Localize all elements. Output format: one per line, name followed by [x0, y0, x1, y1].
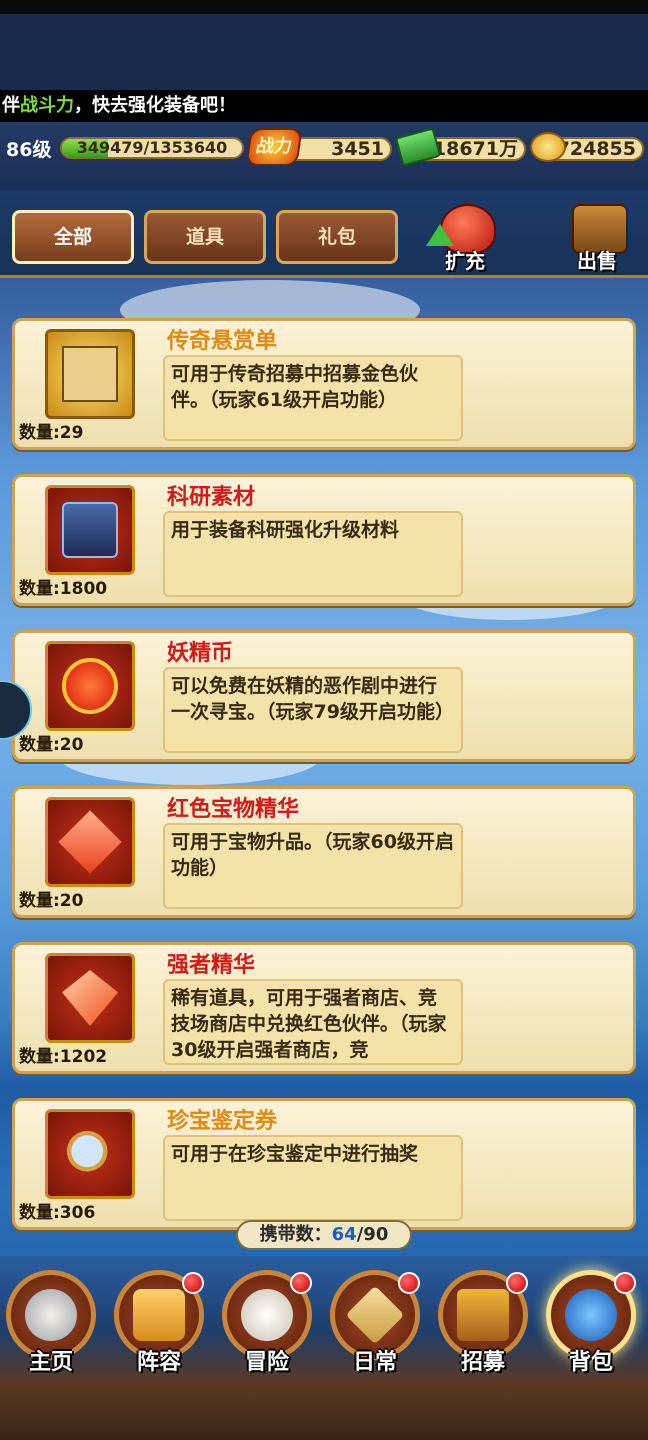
- nav-label: 日常: [352, 1350, 397, 1375]
- item-card[interactable]: 数量:1800 科研素材 用于装备科研强化升级材料: [12, 474, 636, 606]
- item-card[interactable]: 数量:306 珍宝鉴定券 可用于在珍宝鉴定中进行抽奖: [12, 1098, 636, 1230]
- item-description: 稀有道具，可用于强者商店、竞技场商店中兑换红色伙伴。（玩家30级开启强者商店，竞: [163, 979, 463, 1065]
- tab-items[interactable]: 道具: [144, 210, 266, 264]
- exp-bar: 349479/1353640: [60, 137, 244, 159]
- sell-button[interactable]: 出售: [552, 200, 642, 276]
- player-level: 86级: [6, 139, 52, 161]
- notification-dot: [182, 1272, 204, 1294]
- tab-gift[interactable]: 礼包: [276, 210, 398, 264]
- ticker-highlight: 战斗力: [20, 95, 74, 116]
- research-material-icon: [45, 485, 135, 575]
- item-quantity: 数量:1202: [19, 1047, 108, 1067]
- item-quantity: 数量:1800: [19, 579, 108, 599]
- nav-daily[interactable]: 日常: [326, 1270, 424, 1380]
- capacity-indicator: 携带数：64/90: [236, 1220, 412, 1250]
- item-card[interactable]: 数量:20 红色宝物精华 可用于宝物升品。（玩家60级开启功能）: [12, 786, 636, 918]
- top-bar: [0, 0, 648, 14]
- notification-dot: [506, 1272, 528, 1294]
- capacity-total: /90: [356, 1224, 389, 1245]
- power-icon: 战力: [245, 128, 303, 166]
- item-name: 妖精币: [167, 641, 234, 666]
- fairy-coin-icon: [45, 641, 135, 731]
- item-description: 可用于传奇招募中招募金色伙伴。（玩家61级开启功能）: [163, 355, 463, 441]
- nav-label: 阵容: [136, 1350, 181, 1375]
- item-quantity: 数量:29: [19, 423, 84, 443]
- header-band: [0, 14, 648, 90]
- gold-coin-icon: [530, 132, 566, 162]
- nav-lineup[interactable]: 阵容: [110, 1270, 208, 1380]
- notification-dot: [290, 1272, 312, 1294]
- ticker-prefix: 伴: [2, 95, 20, 116]
- red-crystal-icon: [45, 797, 135, 887]
- item-name: 珍宝鉴定券: [167, 1109, 278, 1134]
- notification-dot: [398, 1272, 420, 1294]
- item-name: 红色宝物精华: [167, 797, 300, 822]
- item-description: 可以免费在妖精的恶作剧中进行一次寻宝。（玩家79级开启功能）: [163, 667, 463, 753]
- nav-label: 主页: [28, 1350, 73, 1375]
- notification-dot: [614, 1272, 636, 1294]
- nav-label: 招募: [460, 1350, 505, 1375]
- item-description: 可用于在珍宝鉴定中进行抽奖: [163, 1135, 463, 1221]
- magnifier-icon: [45, 1109, 135, 1199]
- nav-label: 背包: [568, 1350, 613, 1375]
- sell-label: 出售: [577, 249, 617, 273]
- ticker-suffix: ，快去强化装备吧！: [74, 95, 236, 116]
- nav-home[interactable]: 主页: [2, 1270, 100, 1380]
- exp-text: 349479/1353640: [76, 138, 228, 157]
- item-quantity: 数量:306: [19, 1203, 96, 1223]
- nav-label: 冒险: [244, 1350, 289, 1375]
- nav-adventure[interactable]: 冒险: [218, 1270, 316, 1380]
- item-card[interactable]: 数量:29 传奇悬赏单 可用于传奇招募中招募金色伙伴。（玩家61级开启功能）: [12, 318, 636, 450]
- item-name: 科研素材: [167, 485, 256, 510]
- item-description: 用于装备科研强化升级材料: [163, 511, 463, 597]
- tab-all[interactable]: 全部: [12, 210, 134, 264]
- nav-recruit[interactable]: 招募: [434, 1270, 532, 1380]
- capacity-label: 携带数：: [259, 1224, 332, 1245]
- nav-bag[interactable]: 背包: [542, 1270, 640, 1380]
- item-card[interactable]: 数量:1202 强者精华 稀有道具，可用于强者商店、竞技场商店中兑换红色伙伴。（…: [12, 942, 636, 1074]
- expand-button[interactable]: 扩充: [420, 200, 510, 276]
- up-arrow-icon: [426, 224, 454, 246]
- item-description: 可用于宝物升品。（玩家60级开启功能）: [163, 823, 463, 909]
- expand-label: 扩充: [445, 249, 485, 273]
- item-card[interactable]: 数量:20 妖精币 可以免费在妖精的恶作剧中进行一次寻宝。（玩家79级开启功能）: [12, 630, 636, 762]
- item-quantity: 数量:20: [19, 735, 84, 755]
- item-name: 强者精华: [167, 953, 256, 978]
- notice-ticker: 伴战斗力，快去强化装备吧！: [0, 90, 648, 122]
- item-name: 传奇悬赏单: [167, 329, 278, 354]
- wanted-poster-icon: [45, 329, 135, 419]
- item-quantity: 数量:20: [19, 891, 84, 911]
- red-gem-icon: [45, 953, 135, 1043]
- capacity-current: 64: [331, 1224, 357, 1245]
